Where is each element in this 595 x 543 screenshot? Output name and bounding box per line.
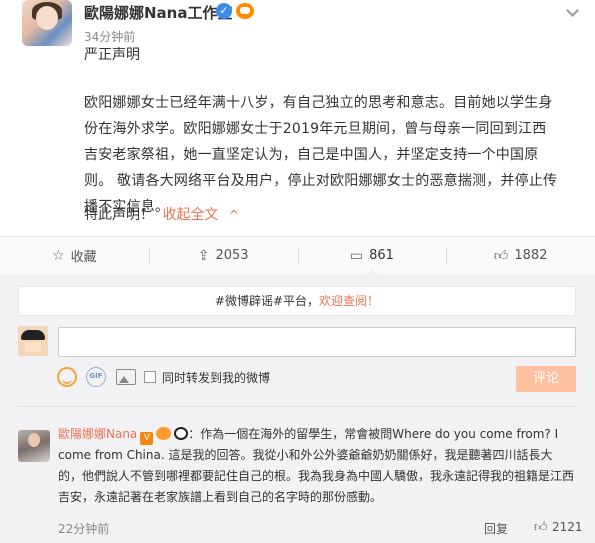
panda-icon <box>174 427 189 440</box>
vip-crown-icon <box>236 3 254 19</box>
comment-button[interactable]: ▭ 861 <box>297 237 447 275</box>
favorite-label: 收藏 <box>70 250 97 265</box>
author-name[interactable]: 歐陽娜娜Nana工作室 <box>84 2 232 23</box>
like-count: 1882 <box>514 248 548 263</box>
notice-text: #微博辟谣#平台， <box>214 294 320 308</box>
submit-comment-button[interactable]: 评论 <box>516 366 576 392</box>
repost-checkbox-label[interactable]: 同时转发到我的微博 <box>162 369 270 386</box>
verified-icon: ✓ <box>216 3 232 19</box>
author-avatar[interactable] <box>22 0 72 46</box>
rumor-notice-banner[interactable]: #微博辟谣#平台，欢迎查阅！ <box>18 286 576 316</box>
post-header: 歐陽娜娜Nana工作室 ✓ 34分钟前 <box>0 0 595 50</box>
avatar-face <box>36 6 58 30</box>
post-action-bar: ☆ 收藏 ⇪ 2053 ▭ 861 👍︎ 1882 <box>0 236 595 275</box>
comment-input[interactable] <box>58 327 576 357</box>
commenter-name[interactable]: 歐陽娜娜Nana <box>58 427 137 441</box>
divider <box>18 406 576 407</box>
emoji-icon[interactable] <box>57 367 77 387</box>
repost-button[interactable]: ⇪ 2053 <box>148 237 298 274</box>
chevron-up-icon[interactable]: ^ <box>229 208 239 222</box>
notice-highlight[interactable]: 欢迎查阅！ <box>319 294 379 308</box>
thumb-up-icon: 👍︎ <box>493 248 509 264</box>
star-icon: ☆ <box>52 247 65 264</box>
repost-count: 2053 <box>215 248 249 263</box>
current-user-avatar <box>18 326 48 356</box>
comment-time: 22分钟前 <box>58 522 110 536</box>
vip-crown-icon <box>156 427 172 440</box>
chevron-down-icon[interactable] <box>566 6 580 16</box>
repost-checkbox[interactable] <box>144 371 156 383</box>
comment-text: 歐陽娜娜Nana V ：作為一個在海外的留學生，常會被問Where do you c… <box>58 424 576 508</box>
verified-badge-icon: V <box>140 432 154 445</box>
comment-like-count: 2121 <box>552 520 583 534</box>
image-icon[interactable] <box>116 369 136 385</box>
comment-panel: #微博辟谣#平台，欢迎查阅！ GIF 同时转发到我的微博 评论 歐陽娜娜Nana… <box>0 274 595 543</box>
like-button[interactable]: 👍︎ 1882 <box>446 237 595 274</box>
post-closing: 特此声明！ 收起全文 ^ <box>84 204 239 224</box>
collapse-text-link[interactable]: 收起全文 <box>162 207 218 223</box>
post-time[interactable]: 34分钟前 <box>84 28 135 45</box>
reply-button[interactable]: 回复 <box>484 520 508 537</box>
thumb-up-icon[interactable]: 👍︎ <box>534 520 548 535</box>
repost-icon: ⇪ <box>197 247 210 264</box>
comment-count: 861 <box>369 248 394 263</box>
gif-icon[interactable]: GIF <box>86 367 106 387</box>
favorite-button[interactable]: ☆ 收藏 <box>0 237 149 274</box>
post-closing-text: 特此声明！ <box>84 207 154 223</box>
commenter-avatar[interactable] <box>18 430 50 462</box>
post-body-text: 欧阳娜娜女士已经年满十八岁，有自己独立的思考和意志。目前她以学生身份在海外求学。… <box>84 95 558 215</box>
comment-icon: ▭ <box>349 247 364 264</box>
post-title: 严正声明 <box>84 47 140 63</box>
